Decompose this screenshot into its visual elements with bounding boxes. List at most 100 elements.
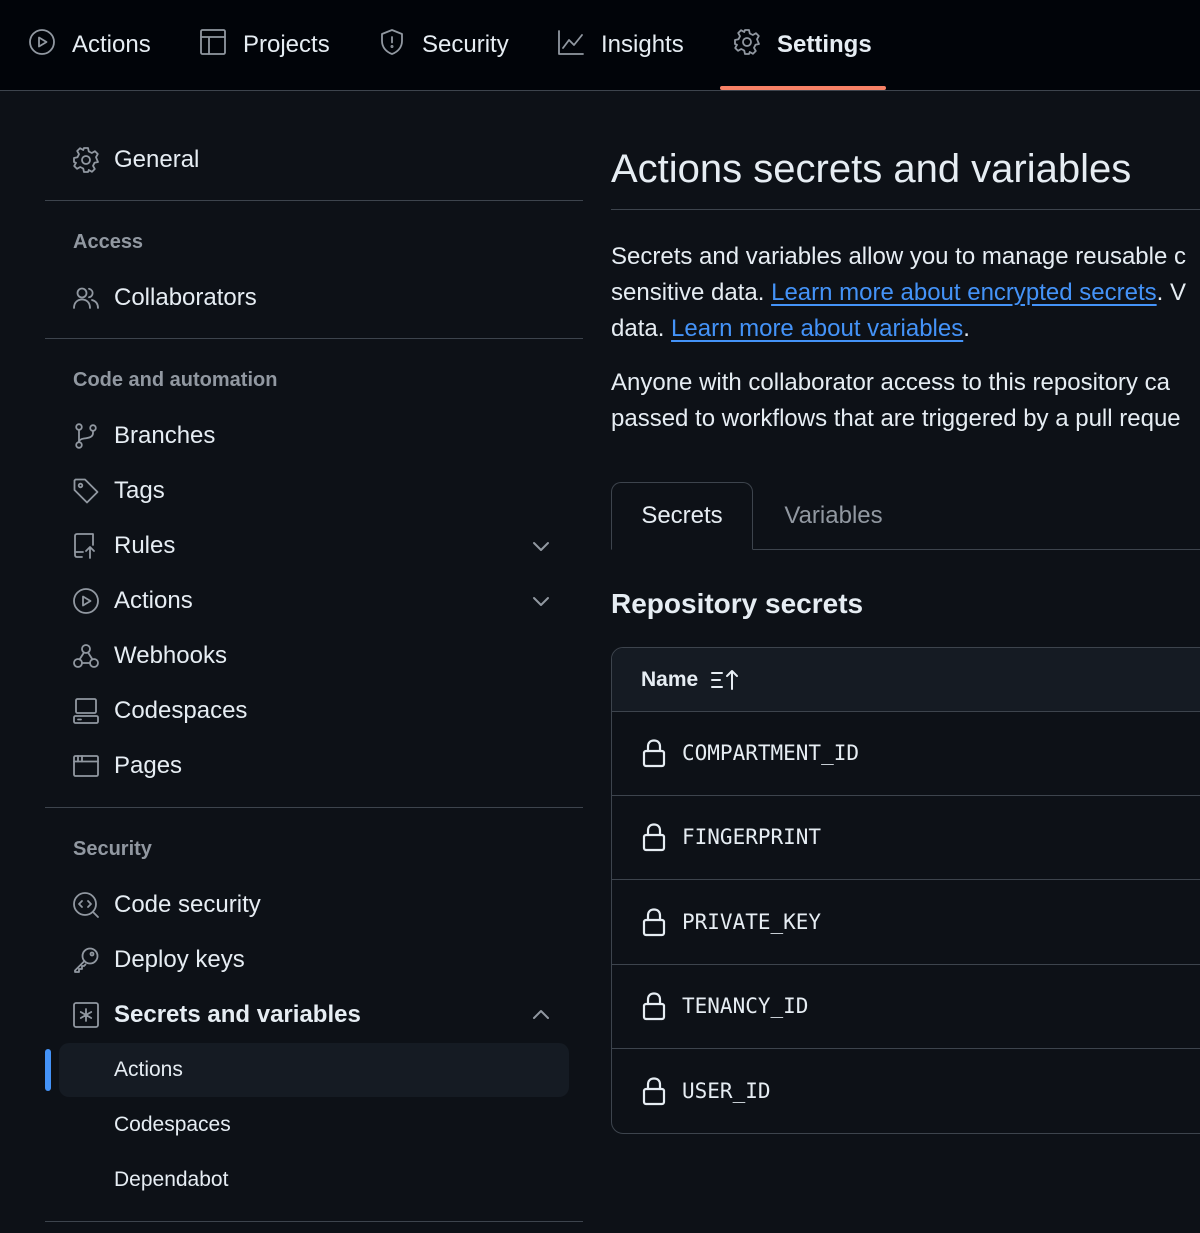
shield-icon bbox=[378, 28, 406, 63]
description-text: . V bbox=[1156, 279, 1186, 306]
sidebar-item-tags[interactable]: Tags bbox=[45, 467, 569, 515]
repo-push-icon bbox=[72, 532, 100, 560]
section-heading-security: Security bbox=[73, 838, 152, 860]
divider bbox=[45, 807, 583, 808]
lock-icon bbox=[641, 907, 667, 937]
play-circle-icon bbox=[28, 28, 56, 63]
key-icon bbox=[72, 946, 100, 974]
lock-icon bbox=[641, 991, 667, 1021]
tab-actions[interactable]: Actions bbox=[28, 0, 151, 90]
tab-label: Insights bbox=[601, 31, 684, 58]
sidebar-item-pages[interactable]: Pages bbox=[45, 742, 569, 790]
divider bbox=[611, 209, 1200, 210]
sidebar-item-label: Branches bbox=[114, 422, 216, 449]
column-header-name: Name bbox=[641, 668, 699, 691]
section-heading-access: Access bbox=[73, 231, 144, 253]
tab-settings[interactable]: Settings bbox=[733, 0, 872, 90]
sidebar-subitem-label: Codespaces bbox=[114, 1113, 231, 1136]
description-line: Secrets and variables allow you to manag… bbox=[611, 243, 1186, 270]
people-icon bbox=[72, 284, 100, 312]
tab-variables[interactable]: Variables bbox=[761, 482, 906, 550]
description-text: . bbox=[963, 315, 970, 342]
codespaces-icon bbox=[72, 697, 100, 725]
tab-label: Actions bbox=[72, 31, 151, 58]
divider bbox=[45, 200, 583, 201]
table-row[interactable]: COMPARTMENT_ID bbox=[612, 712, 1200, 796]
sidebar-subitem-actions[interactable]: Actions bbox=[59, 1043, 569, 1097]
sidebar-item-label: Tags bbox=[114, 477, 165, 504]
section-heading-code: Code and automation bbox=[73, 369, 278, 391]
sidebar-subitem-label: Actions bbox=[114, 1058, 183, 1081]
description-line: passed to workflows that are triggered b… bbox=[611, 405, 1181, 432]
chevron-down-icon[interactable] bbox=[529, 534, 553, 558]
table-icon bbox=[199, 28, 227, 63]
sidebar-item-codespaces[interactable]: Codespaces bbox=[45, 687, 569, 735]
sidebar-item-code-security[interactable]: Code security bbox=[45, 881, 569, 929]
sidebar-subitem-codespaces[interactable]: Codespaces bbox=[59, 1098, 569, 1152]
tab-label: Projects bbox=[243, 31, 330, 58]
sidebar-item-label: Pages bbox=[114, 752, 183, 779]
table-row[interactable]: USER_ID bbox=[612, 1050, 1200, 1133]
sidebar-item-actions[interactable]: Actions bbox=[45, 577, 569, 625]
tab-insights[interactable]: Insights bbox=[557, 0, 684, 90]
selected-indicator bbox=[45, 1049, 51, 1091]
play-circle-icon bbox=[72, 587, 100, 615]
sidebar-item-webhooks[interactable]: Webhooks bbox=[45, 632, 569, 680]
secret-name: COMPARTMENT_ID bbox=[682, 741, 860, 765]
sidebar-item-general[interactable]: General bbox=[45, 136, 569, 184]
sidebar-item-deploy-keys[interactable]: Deploy keys bbox=[45, 936, 569, 984]
secret-name: FINGERPRINT bbox=[682, 825, 822, 849]
sidebar-item-rules[interactable]: Rules bbox=[45, 522, 569, 570]
sort-ascending-icon[interactable] bbox=[710, 667, 742, 693]
table-row[interactable]: PRIVATE_KEY bbox=[612, 881, 1200, 965]
sidebar-item-label: Rules bbox=[114, 532, 176, 559]
sidebar-item-branches[interactable]: Branches bbox=[45, 412, 569, 460]
sidebar-item-label: Collaborators bbox=[114, 284, 257, 311]
sidebar-item-label: Codespaces bbox=[114, 697, 248, 724]
lock-icon bbox=[641, 738, 667, 768]
description-text: sensitive data. bbox=[611, 279, 772, 306]
page-title: Actions secrets and variables bbox=[611, 147, 1132, 191]
key-asterisk-icon bbox=[72, 1001, 100, 1029]
codescan-icon bbox=[72, 891, 100, 919]
tab-secrets[interactable]: Secrets bbox=[611, 482, 753, 550]
gear-icon bbox=[733, 28, 761, 63]
sidebar-item-label: Secrets and variables bbox=[114, 1001, 361, 1028]
section-title: Repository secrets bbox=[611, 588, 864, 619]
description-line: sensitive data. Learn more about encrypt… bbox=[611, 275, 1186, 311]
lock-icon bbox=[641, 1076, 667, 1106]
lock-icon bbox=[641, 822, 667, 852]
main-content: Actions secrets and variables Secrets an… bbox=[611, 91, 1200, 1233]
sidebar-item-label: Deploy keys bbox=[114, 946, 245, 973]
secret-name: USER_ID bbox=[682, 1079, 771, 1103]
chevron-up-icon[interactable] bbox=[529, 1003, 553, 1027]
gear-icon bbox=[72, 146, 100, 174]
secrets-table: Name COMPARTMENT_ID FINGERPRINT PRIVATE_… bbox=[611, 647, 1200, 1134]
description-line: data. Learn more about variables. bbox=[611, 311, 970, 347]
tab-label: Settings bbox=[777, 31, 872, 58]
active-tab-underline bbox=[720, 86, 886, 90]
sidebar-item-collaborators[interactable]: Collaborators bbox=[45, 274, 569, 322]
settings-sidebar: General Access Collaborators Code and au… bbox=[45, 91, 583, 1233]
divider bbox=[45, 1221, 583, 1222]
variables-link[interactable]: Learn more about variables bbox=[671, 315, 963, 342]
encrypted-secrets-link[interactable]: Learn more about encrypted secrets bbox=[771, 279, 1157, 306]
tab-security[interactable]: Security bbox=[378, 0, 509, 90]
sidebar-item-label: Actions bbox=[114, 587, 193, 614]
sidebar-subitem-dependabot[interactable]: Dependabot bbox=[59, 1153, 569, 1207]
browser-icon bbox=[72, 752, 100, 780]
sidebar-subitem-label: Dependabot bbox=[114, 1168, 229, 1191]
table-row[interactable]: TENANCY_ID bbox=[612, 965, 1200, 1049]
description-text: data. bbox=[611, 315, 672, 342]
repo-nav: Actions Projects Security Insights Setti… bbox=[0, 0, 1200, 91]
sidebar-item-label: Code security bbox=[114, 891, 261, 918]
chevron-down-icon[interactable] bbox=[529, 589, 553, 613]
sidebar-item-label: General bbox=[114, 146, 200, 173]
sidebar-item-secrets-and-variables[interactable]: Secrets and variables bbox=[45, 991, 569, 1039]
webhook-icon bbox=[72, 642, 100, 670]
table-header: Name bbox=[612, 648, 1200, 712]
description-line: Anyone with collaborator access to this … bbox=[611, 369, 1170, 396]
tab-projects[interactable]: Projects bbox=[199, 0, 330, 90]
tab-label: Security bbox=[422, 31, 509, 58]
table-row[interactable]: FINGERPRINT bbox=[612, 796, 1200, 880]
